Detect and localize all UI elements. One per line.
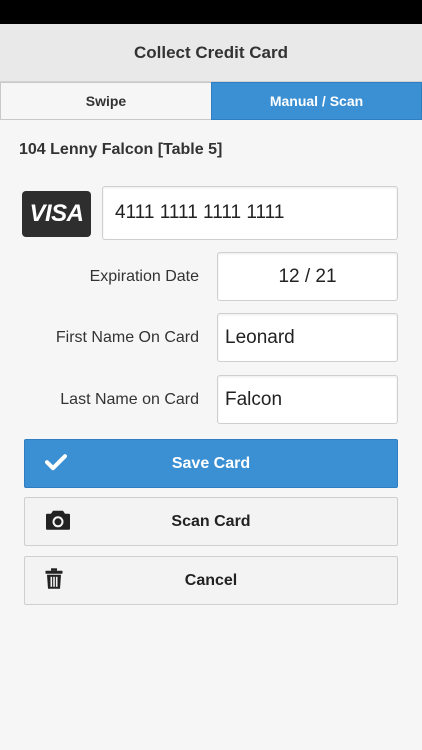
check-icon	[45, 453, 67, 471]
header: Collect Credit Card	[0, 24, 422, 82]
trash-icon	[45, 567, 63, 589]
last-name-field[interactable]: Falcon	[217, 375, 398, 424]
tab-swipe[interactable]: Swipe	[0, 82, 211, 120]
card-number-field[interactable]: 4111 1111 1111 1111	[102, 186, 398, 240]
cancel-label: Cancel	[184, 571, 238, 589]
scan-card-button[interactable]: Scan Card	[24, 497, 398, 546]
tab-manual-scan[interactable]: Manual / Scan	[211, 82, 422, 120]
tab-bar: Swipe Manual / Scan	[0, 82, 422, 120]
expiration-date-label: Expiration Date	[89, 268, 199, 285]
status-bar	[0, 0, 422, 24]
scan-card-label: Scan Card	[171, 512, 251, 530]
first-name-label: First Name On Card	[55, 329, 199, 346]
customer-label: 104 Lenny Falcon [Table 5]	[19, 141, 223, 158]
camera-icon	[45, 508, 71, 530]
save-card-label: Save Card	[171, 454, 251, 472]
first-name-field[interactable]: Leonard	[217, 313, 398, 362]
page-title: Collect Credit Card	[134, 42, 288, 62]
expiration-date-field[interactable]: 12 / 21	[217, 252, 398, 301]
last-name-label: Last Name on Card	[60, 391, 199, 408]
visa-logo: VISA	[22, 191, 91, 237]
card-brand: VISA	[29, 200, 84, 227]
cancel-button[interactable]: Cancel	[24, 556, 398, 605]
save-card-button[interactable]: Save Card	[24, 439, 398, 488]
